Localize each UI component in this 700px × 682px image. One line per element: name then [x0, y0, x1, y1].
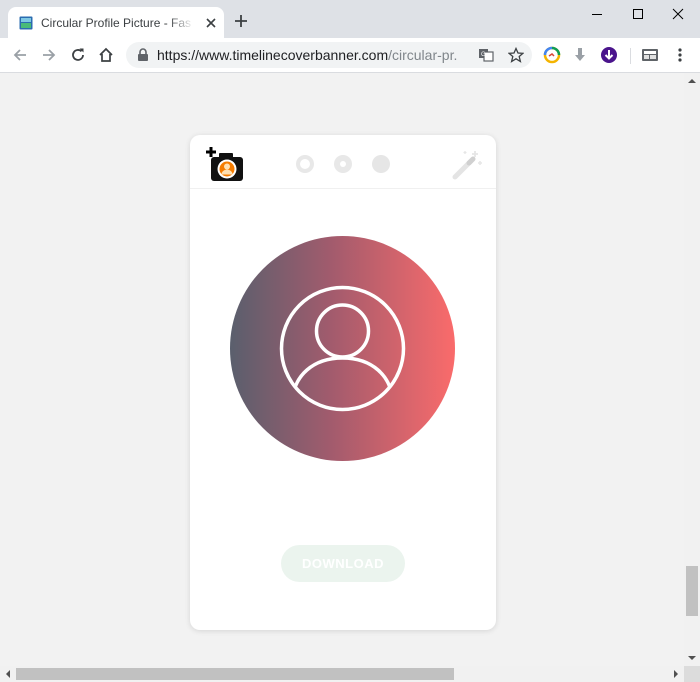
minimize-icon[interactable]: [574, 0, 620, 30]
browser-tab[interactable]: Circular Profile Picture - Fast Online T…: [8, 7, 224, 38]
home-icon[interactable]: [97, 46, 115, 64]
profile-picture-preview[interactable]: [230, 236, 455, 461]
menu-icon[interactable]: [671, 46, 689, 64]
title-bar: Circular Profile Picture - Fast Online T…: [0, 0, 700, 38]
vertical-scroll-thumb[interactable]: [686, 566, 698, 616]
magic-wand-icon[interactable]: [451, 147, 485, 181]
browser-toolbar: https://www.timelinecoverbanner.com/circ…: [0, 38, 700, 73]
extension-icon[interactable]: [543, 46, 561, 64]
star-icon[interactable]: [508, 47, 524, 63]
url-main: https://www.timelinecoverbanner.com: [157, 47, 389, 63]
step-2-indicator[interactable]: [334, 155, 352, 173]
scrollbar-corner: [684, 666, 700, 682]
new-tab-icon[interactable]: [233, 13, 249, 29]
editor-header: [190, 135, 496, 189]
window-close-icon[interactable]: [655, 0, 700, 30]
download-icon[interactable]: [571, 46, 589, 64]
horizontal-scroll-thumb[interactable]: [16, 668, 454, 680]
scroll-up-icon[interactable]: [684, 73, 700, 89]
download-button[interactable]: DOWNLOAD: [281, 545, 405, 582]
step-3-indicator[interactable]: [372, 155, 390, 173]
address-bar[interactable]: https://www.timelinecoverbanner.com/circ…: [126, 42, 532, 68]
back-icon[interactable]: [11, 46, 29, 64]
horizontal-scrollbar[interactable]: [0, 666, 684, 682]
add-photo-camera-icon[interactable]: [205, 145, 245, 183]
vertical-scrollbar[interactable]: [684, 73, 700, 666]
scroll-left-icon[interactable]: [0, 666, 16, 682]
reload-icon[interactable]: [69, 46, 87, 64]
lock-icon[interactable]: [137, 48, 149, 62]
tab-close-icon[interactable]: [203, 15, 219, 31]
step-1-indicator[interactable]: [296, 155, 314, 173]
editor-card: DOWNLOAD: [190, 135, 496, 630]
page-viewport: DOWNLOAD: [0, 73, 684, 666]
svg-text:G: G: [481, 52, 486, 58]
url-text[interactable]: https://www.timelinecoverbanner.com/circ…: [157, 47, 457, 63]
url-path: /circular-pr...: [388, 47, 457, 63]
extension-download-icon[interactable]: [600, 46, 618, 64]
favicon-icon: [19, 16, 33, 30]
forward-icon[interactable]: [40, 46, 58, 64]
extension-icon[interactable]: [641, 46, 659, 64]
translate-icon[interactable]: G: [478, 47, 494, 63]
scroll-down-icon[interactable]: [684, 650, 700, 666]
scroll-right-icon[interactable]: [668, 666, 684, 682]
user-placeholder-icon: [279, 285, 406, 412]
